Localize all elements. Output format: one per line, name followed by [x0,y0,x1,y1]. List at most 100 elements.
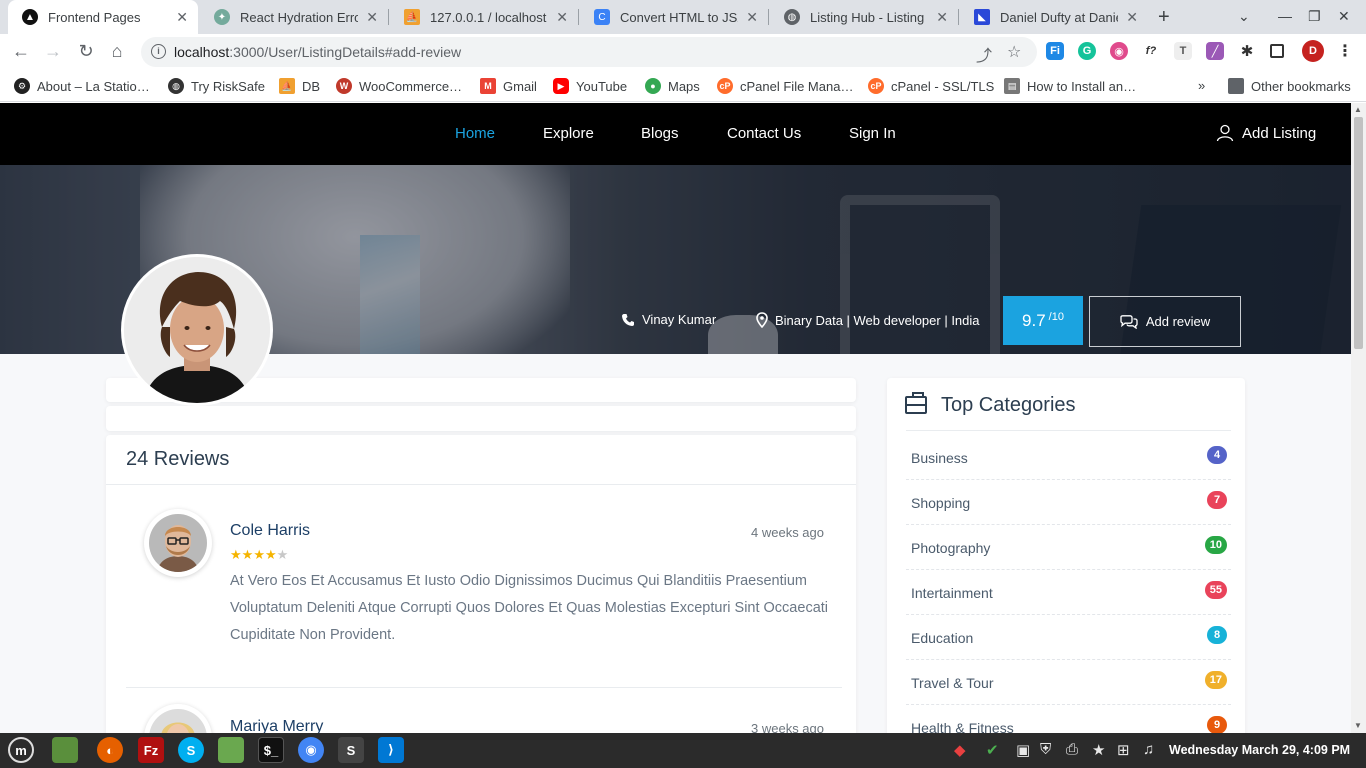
category-count-badge: 8 [1207,626,1227,644]
bookmarks-bar: ⚙ About – La Statio… ◍ Try RiskSafe ⛵ DB WW… [0,70,1366,102]
nav-contact-link[interactable]: Contact Us [727,125,801,142]
sublime-text-icon[interactable]: S [338,737,364,763]
tab-listing-hub[interactable]: ◍ Listing Hub - Listing & ✕ [770,0,958,34]
close-tab-icon[interactable]: ✕ [176,9,188,26]
extension-fi-icon[interactable]: Fi [1046,42,1064,60]
bookmark-youtube[interactable]: ▶ YouTube [553,78,627,94]
bookmark-woocommerce[interactable]: W WooCommerce… [336,78,462,94]
add-listing-link[interactable]: Add Listing [1216,124,1316,142]
category-item[interactable]: Intertainment 55 [906,570,1231,615]
bookmarks-overflow-chevron[interactable]: » [1198,78,1205,93]
close-tab-icon[interactable]: ✕ [746,9,758,26]
shield-tray-icon[interactable]: ⛨ [1040,741,1051,758]
files-folder-icon[interactable] [218,737,244,763]
mint-menu-icon[interactable]: m [8,737,34,763]
tab-frontend-pages[interactable]: ▲ Frontend Pages ✕ [8,0,198,34]
bookmark-cpanel-file[interactable]: cP cPanel File Mana… [717,78,853,94]
home-icon[interactable]: ⌂ [106,41,128,62]
restore-icon[interactable]: ❐ [1308,8,1321,25]
bookmark-favicon-icon: ⚙ [14,78,30,94]
bookmark-cpanel-ssl[interactable]: cP cPanel - SSL/TLS [868,78,994,94]
close-tab-icon[interactable]: ✕ [366,9,378,26]
filezilla-icon[interactable]: Fz [138,737,164,763]
address-bar[interactable]: i localhost:3000/User/ListingDetails#add… [141,37,1037,67]
skype-icon[interactable]: S [178,737,204,763]
close-window-icon[interactable]: ✕ [1338,8,1350,25]
filled-star-icon: ★ [253,547,265,562]
site-favicon-icon: ▤ [1004,78,1020,94]
bookmark-db[interactable]: ⛵ DB [279,78,320,94]
nav-explore-link[interactable]: Explore [543,125,594,142]
tab-search-chevron-icon[interactable]: ⌄ [1238,8,1250,25]
close-tab-icon[interactable]: ✕ [1126,9,1138,26]
browser-menu-icon[interactable]: ⋮ [1336,42,1354,60]
profile-avatar[interactable]: D [1302,40,1324,62]
phpmyadmin-favicon-icon: ⛵ [404,9,420,25]
bookmark-maps[interactable]: ● Maps [645,78,700,94]
gmail-icon: M [480,78,496,94]
scroll-down-arrow-icon[interactable]: ▼ [1354,721,1362,730]
add-review-button[interactable]: Add review [1089,296,1241,347]
nav-signin-link[interactable]: Sign In [849,125,896,142]
close-tab-icon[interactable]: ✕ [556,9,568,26]
tab-react-hydration[interactable]: ✦ React Hydration Error ✕ [200,0,388,34]
reviewer-name[interactable]: Cole Harris [230,522,310,540]
bookmark-gmail[interactable]: M Gmail [480,78,537,94]
listing-description-card [106,406,856,431]
grammarly-icon[interactable]: G [1078,42,1096,60]
nav-blogs-link[interactable]: Blogs [641,125,679,142]
network-tray-icon[interactable]: ⊞ [1117,741,1130,759]
close-tab-icon[interactable]: ✕ [936,9,948,26]
scrollbar-thumb[interactable] [1354,117,1363,349]
back-icon[interactable]: ← [10,41,32,62]
bookmark-la-station[interactable]: ⚙ About – La Statio… [14,78,150,94]
category-item[interactable]: Education 8 [906,615,1231,660]
star-tray-icon[interactable]: ★ [1092,741,1105,759]
category-name: Health & Fitness [911,720,1014,733]
page-scrollbar[interactable]: ▲ ▼ [1351,103,1366,733]
sound-tray-icon[interactable]: ♫ [1143,741,1154,758]
anydesk-tray-icon[interactable]: ◆ [954,741,966,759]
category-item[interactable]: Health & Fitness 9 [906,705,1231,733]
reviewer-name[interactable]: Mariya Merry [230,718,323,733]
minimize-icon[interactable]: — [1278,8,1292,24]
printer-tray-icon[interactable]: ⎙ [1066,741,1078,758]
bookmark-how-to-install[interactable]: ▤ How to Install an… [1004,78,1136,94]
category-item[interactable]: Shopping 7 [906,480,1231,525]
comments-icon [1120,314,1138,329]
share-icon[interactable]: ⤴ [976,42,992,66]
tab-convert-html-jsx[interactable]: C Convert HTML to JSX ✕ [580,0,768,34]
category-item[interactable]: Business 4 [906,435,1231,480]
category-item[interactable]: Travel & Tour 17 [906,660,1231,705]
vscode-icon[interactable]: ⟩ [378,737,404,763]
color-picker-icon[interactable]: ◉ [1110,42,1128,60]
bookmark-risksafe[interactable]: ◍ Try RiskSafe [168,78,265,94]
bookmark-star-icon[interactable]: ☆ [1007,42,1021,62]
nav-home-link[interactable]: Home [455,125,495,142]
font-finder-icon[interactable]: f? [1142,42,1160,60]
taskbar-clock[interactable]: Wednesday March 29, 4:09 PM [1169,743,1350,757]
side-panel-icon[interactable] [1270,44,1284,58]
category-item[interactable]: Photography 10 [906,525,1231,570]
terminal-icon[interactable]: $_ [258,737,284,763]
forward-icon[interactable]: → [42,41,64,62]
url-text[interactable]: localhost:3000/User/ListingDetails#add-r… [174,44,461,60]
tab-daniel-dufty[interactable]: ◣ Daniel Dufty at Daniel ✕ [960,0,1148,34]
extensions-puzzle-icon[interactable]: ✱ [1238,42,1256,60]
site-info-icon[interactable]: i [151,44,166,59]
show-desktop-icon[interactable] [52,737,78,763]
tab-phpmyadmin[interactable]: ⛵ 127.0.0.1 / localhost / ✕ [390,0,578,34]
text-extension-icon[interactable]: T [1174,42,1192,60]
firefox-icon[interactable]: ◐ [97,737,123,763]
empty-star-icon: ★ [276,547,289,562]
update-manager-tray-icon[interactable]: ✔ [986,741,999,759]
reload-icon[interactable]: ↻ [75,41,97,62]
chrome-icon[interactable]: ◉ [298,737,324,763]
scroll-up-arrow-icon[interactable]: ▲ [1354,105,1362,114]
folder-icon [1228,78,1244,94]
os-taskbar: m ◐ Fz S $_ ◉ S ⟩ ◆ ✔ ▣ ⛨ ⎙ ★ ⊞ ♫ Wednes… [0,733,1366,768]
clipboard-tray-icon[interactable]: ▣ [1016,741,1030,759]
new-tab-icon[interactable]: + [1158,6,1170,29]
pen-extension-icon[interactable]: ╱ [1206,42,1224,60]
other-bookmarks-folder[interactable]: Other bookmarks [1228,78,1351,94]
